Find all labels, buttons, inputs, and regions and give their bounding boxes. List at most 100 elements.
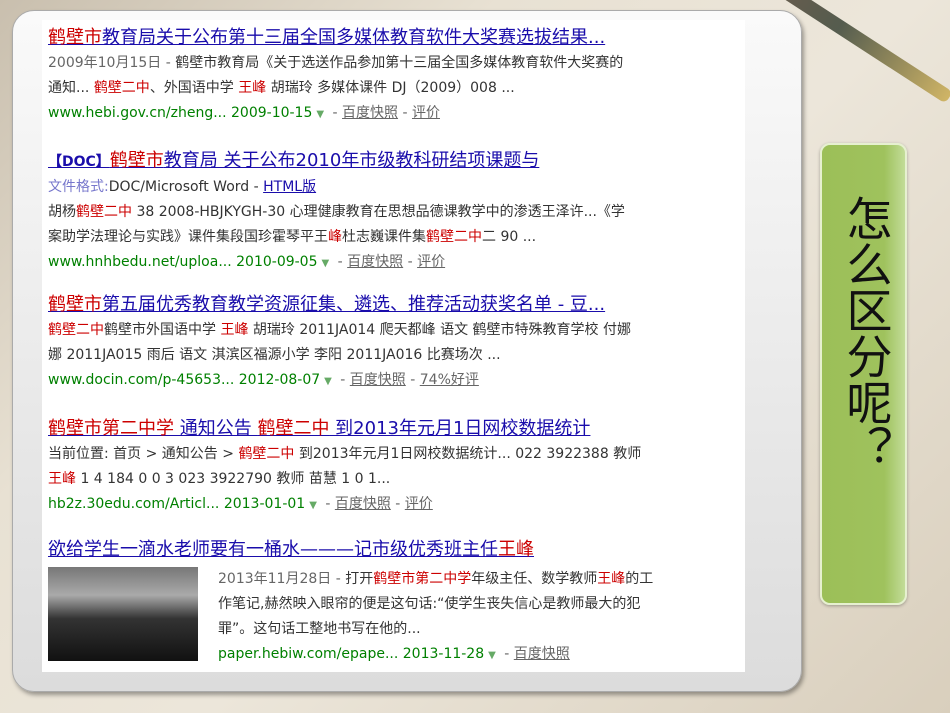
title-segment: 鹤壁市 xyxy=(109,150,164,171)
separator: - xyxy=(390,496,405,512)
doc-badge: 【DOC】 xyxy=(48,154,110,170)
abstract-segment: 鹤壁二中 xyxy=(93,80,150,96)
abstract-segment: 2013年11月28日 - xyxy=(218,571,346,587)
abstract-segment: 杜志巍课件集 xyxy=(342,229,426,245)
result-thumbnail-image[interactable] xyxy=(48,567,198,661)
abstract-segment: 王峰 xyxy=(48,471,76,487)
question-panel: 怎么区分呢？ xyxy=(820,143,907,605)
result-body: 2013年11月28日 - 打开鹤壁市第二中学年级主任、数学教师王峰的工 作笔记,… xyxy=(218,567,738,668)
result-title-link[interactable]: 欲给学生一滴水老师要有一桶水———记市级优秀班主任王峰 xyxy=(48,537,738,563)
search-results-screenshot: 鹤壁市教育局关于公布第十三届全国多媒体教育软件大奖赛选拔结果... 2009年10… xyxy=(42,20,745,672)
result-abstract-line: 2009年10月15日 - 鹤壁市教育局《关于选送作品参加第十三届全国多媒体教育… xyxy=(48,51,738,76)
title-segment: 鹤壁市第二中学 xyxy=(48,418,174,439)
dropdown-arrow-icon[interactable]: ▼ xyxy=(309,500,317,511)
rating-link[interactable]: 评价 xyxy=(417,254,445,270)
baidu-snapshot-link[interactable]: 百度快照 xyxy=(350,372,406,388)
abstract-segment: 鹤壁二中 xyxy=(76,204,132,220)
dropdown-arrow-icon[interactable]: ▼ xyxy=(488,650,496,661)
title-segment: 教育局关于公布第十三届全国多媒体教育软件大奖赛选拔结果... xyxy=(102,27,606,48)
rating-link[interactable]: 评价 xyxy=(412,105,440,121)
separator: - xyxy=(333,254,348,270)
result-url: hb2z.30edu.com/Articl... 2013-01-01 xyxy=(48,496,306,512)
result-url-line: www.hebi.gov.cn/zheng... 2009-10-15 ▼ - 百… xyxy=(48,101,738,127)
title-segment: 鹤壁市 xyxy=(48,294,102,315)
file-format-line: 文件格式:DOC/Microsoft Word - HTML版 xyxy=(48,175,738,200)
abstract-segment: 到2013年元月1日网校数据统计... 022 3922388 教师 xyxy=(294,446,642,462)
search-result: 鹤壁市教育局关于公布第十三届全国多媒体教育软件大奖赛选拔结果... 2009年10… xyxy=(48,25,738,127)
html-version-link[interactable]: HTML版 xyxy=(263,179,316,195)
abstract-segment: 胡瑞玲 2011JA014 爬天都峰 语文 鹤壁市特殊教育学校 付娜 xyxy=(248,322,631,338)
title-segment: 到2013年元月1日网校数据统计 xyxy=(329,418,591,439)
baidu-snapshot-link[interactable]: 百度快照 xyxy=(347,254,403,270)
search-result: 鹤壁市第二中学 通知公告 鹤壁二中 到2013年元月1日网校数据统计 当前位置: … xyxy=(48,416,738,518)
format-value: DOC/Microsoft Word - xyxy=(108,179,264,195)
result-title-link[interactable]: 鹤壁市教育局关于公布第十三届全国多媒体教育软件大奖赛选拔结果... xyxy=(48,25,738,51)
format-label: 文件格式: xyxy=(48,179,109,195)
result-title-link[interactable]: 鹤壁市第二中学 通知公告 鹤壁二中 到2013年元月1日网校数据统计 xyxy=(48,416,738,442)
title-segment: 鹤壁市 xyxy=(48,27,102,48)
title-segment: 王峰 xyxy=(498,539,534,560)
abstract-segment: 王峰 xyxy=(238,80,267,96)
result-url: www.hnhbedu.net/uploa... 2010-09-05 xyxy=(48,254,318,270)
result-abstract-line: 当前位置: 首页 > 通知公告 > 鹤壁二中 到2013年元月1日网校数据统计.… xyxy=(48,442,738,467)
result-url-line: www.docin.com/p-45653... 2012-08-07 ▼ - 百… xyxy=(48,368,738,394)
question-text: 怎么区分呢？ xyxy=(839,195,894,471)
result-abstract-line: 鹤壁二中鹤壁市外国语中学 王峰 胡瑞玲 2011JA014 爬天都峰 语文 鹤壁… xyxy=(48,318,738,343)
result-abstract-line: 通知... 鹤壁二中、外国语中学 王峰 胡瑞玲 多媒体课件 DJ（2009）00… xyxy=(48,76,738,101)
abstract-segment: 鹤壁二中 xyxy=(238,446,295,462)
abstract-segment: 胡杨 xyxy=(48,204,76,220)
abstract-segment: 打开 xyxy=(345,571,374,587)
result-abstract-line: 罪”。这句话工整地书写在他的... xyxy=(218,617,738,642)
title-segment: 通知公告 xyxy=(174,418,258,439)
abstract-segment: 通知... xyxy=(48,80,94,96)
result-url-line: www.hnhbedu.net/uploa... 2010-09-05 ▼ - 百… xyxy=(48,250,738,276)
dropdown-arrow-icon[interactable]: ▼ xyxy=(322,258,330,269)
search-result: 欲给学生一滴水老师要有一桶水———记市级优秀班主任王峰 2013年11月28日 -… xyxy=(48,537,738,668)
abstract-segment: 王峰 xyxy=(220,322,249,338)
abstract-segment: 二 90 ... xyxy=(482,229,537,245)
separator: - xyxy=(403,254,418,270)
result-url: www.docin.com/p-45653... 2012-08-07 xyxy=(48,372,321,388)
result-url: www.hebi.gov.cn/zheng... 2009-10-15 xyxy=(48,105,313,121)
result-title-link[interactable]: 【DOC】鹤壁市教育局 关于公布2010年市级教科研结项课题与 xyxy=(48,148,738,175)
title-segment: 第五届优秀教育教学资源征集、遴选、推荐活动获奖名单 - 豆... xyxy=(102,294,606,315)
abstract-segment: 1 4 184 0 0 3 023 3922790 教师 苗慧 1 0 1... xyxy=(76,471,391,487)
search-result: 【DOC】鹤壁市教育局 关于公布2010年市级教科研结项课题与 文件格式:DOC/… xyxy=(48,148,738,276)
result-abstract-line: 案助学法理论与实践》课件集段国珍霍琴平王峰杜志巍课件集鹤壁二中二 90 ... xyxy=(48,225,738,250)
separator: - xyxy=(499,646,514,662)
result-abstract-line: 胡杨鹤壁二中 38 2008-HBJKYGH-30 心理健康教育在思想品德课教学… xyxy=(48,200,738,225)
separator: - xyxy=(398,105,412,121)
separator: - xyxy=(328,105,343,121)
result-url-line: paper.hebiw.com/epape... 2013-11-28 ▼ - 百… xyxy=(218,642,738,668)
abstract-segment: 的工 xyxy=(625,571,654,587)
search-result: 鹤壁市第五届优秀教育教学资源征集、遴选、推荐活动获奖名单 - 豆... 鹤壁二中鹤… xyxy=(48,292,738,394)
result-abstract-line: 娜 2011JA015 雨后 语文 淇滨区福源小学 李阳 2011JA016 比… xyxy=(48,343,738,368)
abstract-segment: 王峰 xyxy=(597,571,626,587)
abstract-segment: 38 2008-HBJKYGH-30 心理健康教育在思想品德课教学中的渗透王泽许… xyxy=(132,204,625,220)
abstract-segment: 鹤壁市教育局《关于选送作品参加第十三届全国多媒体教育软件大奖赛的 xyxy=(175,55,624,71)
abstract-segment: 、外国语中学 xyxy=(149,80,239,96)
baidu-snapshot-link[interactable]: 百度快照 xyxy=(342,105,398,121)
abstract-segment: 娜 2011JA015 雨后 语文 淇滨区福源小学 李阳 2011JA016 比… xyxy=(48,347,501,363)
abstract-segment: 年级主任、数学教师 xyxy=(471,571,598,587)
result-url-line: hb2z.30edu.com/Articl... 2013-01-01 ▼ - 百… xyxy=(48,492,738,518)
result-url: paper.hebiw.com/epape... 2013-11-28 xyxy=(218,646,485,662)
separator: - xyxy=(320,496,335,512)
abstract-segment: 鹤壁二中 xyxy=(426,229,482,245)
rating-link[interactable]: 74%好评 xyxy=(420,372,479,388)
abstract-segment: 峰 xyxy=(328,229,342,245)
abstract-segment: 鹤壁二中 xyxy=(48,322,104,338)
abstract-segment: 2009年10月15日 - xyxy=(48,55,176,71)
rating-link[interactable]: 评价 xyxy=(405,496,433,512)
dropdown-arrow-icon[interactable]: ▼ xyxy=(324,376,332,387)
result-title-link[interactable]: 鹤壁市第五届优秀教育教学资源征集、遴选、推荐活动获奖名单 - 豆... xyxy=(48,292,738,318)
baidu-snapshot-link[interactable]: 百度快照 xyxy=(514,646,570,662)
dropdown-arrow-icon[interactable]: ▼ xyxy=(316,109,324,120)
abstract-segment: 案助学法理论与实践》课件集段国珍霍琴平王 xyxy=(48,229,328,245)
abstract-segment: 鹤壁市外国语中学 xyxy=(104,322,221,338)
title-segment: 教育局 关于公布2010年市级教科研结项课题与 xyxy=(163,150,540,171)
title-segment: 鹤壁二中 xyxy=(257,418,330,439)
result-abstract-line: 王峰 1 4 184 0 0 3 023 3922790 教师 苗慧 1 0 1… xyxy=(48,467,738,492)
title-segment: 欲给学生一滴水老师要有一桶水———记市级优秀班主任 xyxy=(48,539,498,560)
baidu-snapshot-link[interactable]: 百度快照 xyxy=(335,496,391,512)
